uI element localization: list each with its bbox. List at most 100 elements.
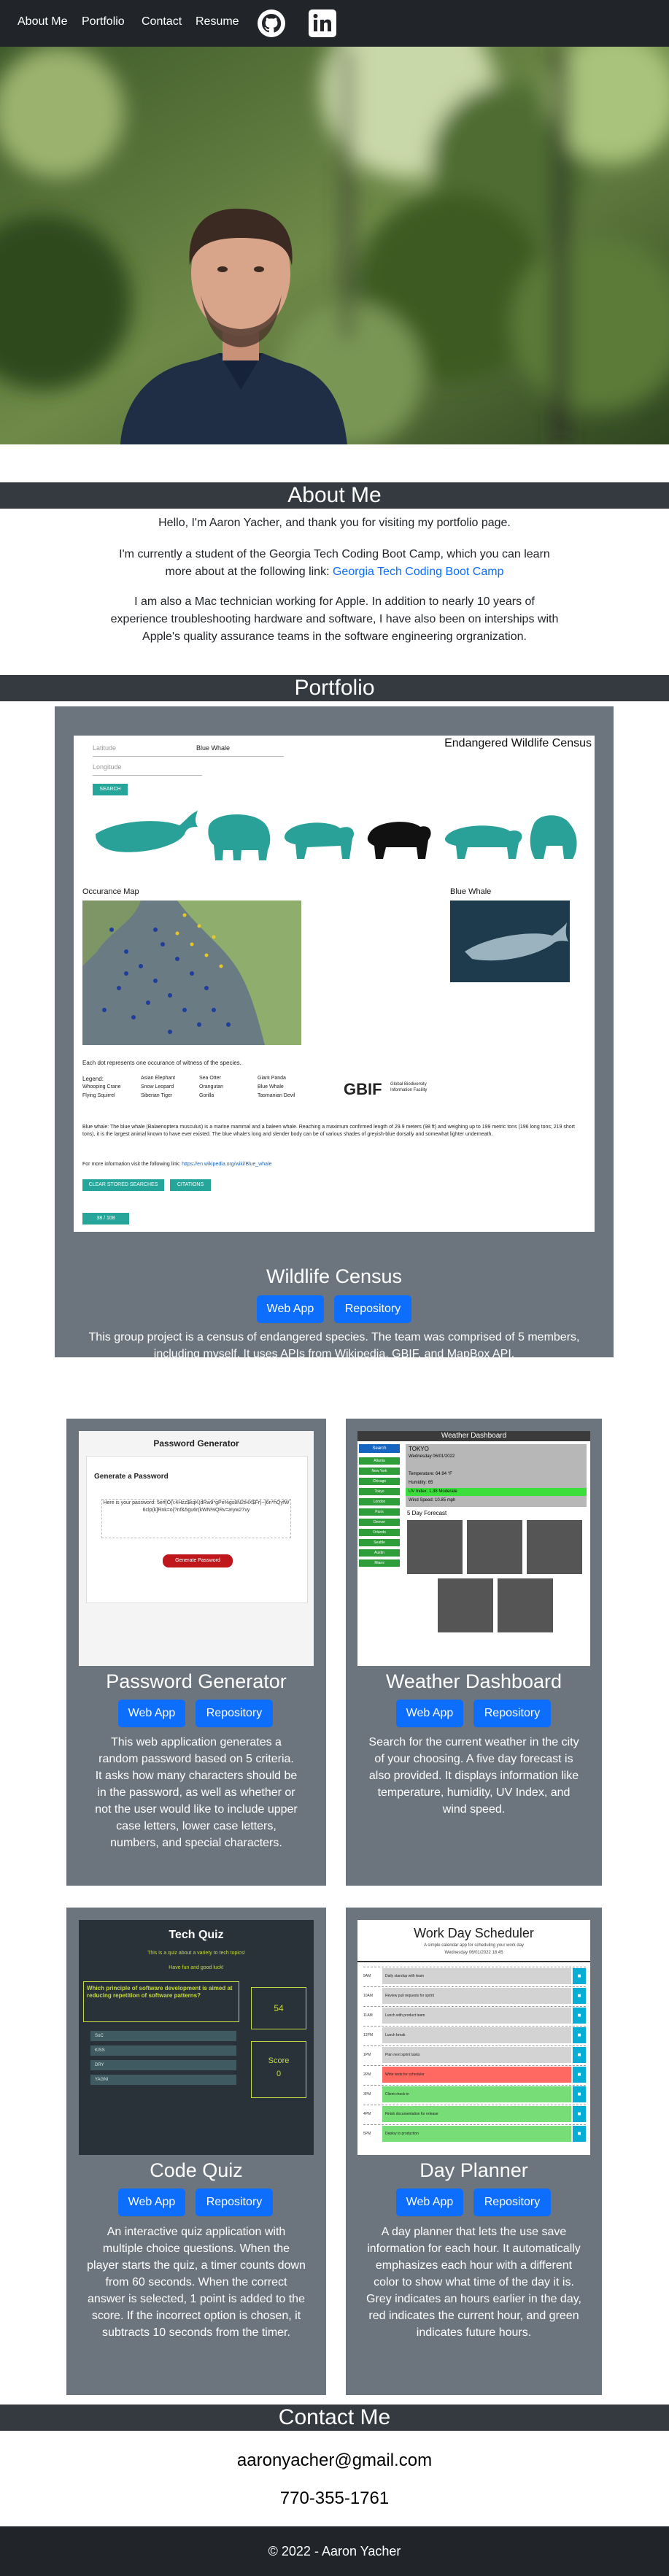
wd-row: Temperature: 64.94 °F [409,1472,452,1476]
web-app-button[interactable]: Web App [257,1295,324,1323]
wd-forecast-card [467,1520,522,1574]
wd-city-button: Orlando [359,1529,400,1536]
dp-hour-label: 5PM [363,2132,371,2136]
wildlife-census-screenshot: Latitude Longitude Blue Whale SEARCH End… [74,736,595,1232]
clear-searches-button: CLEAR STORED SEARCHES [82,1179,164,1191]
project-card-code-quiz: Tech Quiz This is a quiz about a variety… [66,1908,326,2395]
dp-hour-label: 10AM [363,1994,374,1998]
project-card-wildlife-census: Latitude Longitude Blue Whale SEARCH End… [55,706,614,1360]
weather-dashboard-screenshot: Weather Dashboard Search Atlanta New Yor… [357,1431,590,1666]
dp-hour-row: 10AM Review pull requests for sprint ■ [363,1986,586,2005]
wd-city-button: Seattle [359,1539,400,1546]
hero-photo [0,47,669,444]
nav-link-resume[interactable]: Resume [196,15,239,29]
wikipedia-link: https://en.wikipedia.org/wiki/Blue_whale [182,1162,272,1167]
about-bootcamp: I'm currently a student of the Georgia T… [109,546,560,581]
dp-save-icon: ■ [573,2126,586,2142]
wd-forecast-card [407,1520,463,1574]
project-description: This web application generates a random … [95,1736,298,1849]
dp-save-icon: ■ [573,2067,586,2083]
dp-hour-row: 9AM Daily standup with team ■ [363,1967,586,1985]
pg-title: Password Generator [153,1438,239,1449]
repository-button[interactable]: Repository [334,1295,411,1323]
dp-hour-row: 3PM Client check-in ■ [363,2085,586,2103]
wd-forecast-card [438,1578,493,1632]
contact-heading: Contact Me [0,2405,669,2431]
map-heading: Occurance Map [82,887,139,896]
web-app-button[interactable]: Web App [118,2189,185,2216]
more-info-label: For more information visit the following… [82,1162,181,1167]
dp-hour-label: 11AM [363,2013,373,2018]
about-heading: About Me [0,482,669,509]
wd-row: Wind Speed: 10.85 mph [409,1498,456,1503]
cq-option: SoC [90,2031,236,2041]
legend-title: Legend: [82,1076,104,1082]
dp-divider [357,1961,590,1962]
code-quiz-screenshot: Tech Quiz This is a quiz about a variety… [79,1920,314,2155]
cq-timer: 54 [251,1987,306,2029]
legend-item: Flying Squirrel [82,1093,115,1098]
legend-item: Snow Leopard [141,1084,174,1090]
dp-save-icon: ■ [573,1988,586,2004]
portfolio-heading: Portfolio [0,675,669,701]
contact-email[interactable]: aaronyacher@gmail.com [0,2450,669,2471]
footer-copyright: © 2022 - Aaron Yacher [268,2544,401,2558]
repository-button[interactable]: Repository [473,1700,551,1727]
wd-city-button: London [359,1498,400,1505]
dp-hour-label: 4PM [363,2112,371,2116]
wd-city-button: Atlanta [359,1457,400,1465]
wd-city-button: Denver [359,1519,400,1526]
dp-hour-row: 2PM Write tests for scheduler ■ [363,2065,586,2083]
repository-button[interactable]: Repository [473,2189,551,2216]
more-info-text: For more information visit the following… [82,1162,272,1167]
pg-subtitle: Generate a Password [94,1473,169,1481]
wd-city: TOKYO [409,1446,429,1452]
cq-score-box: Score 0 [251,2041,306,2098]
linkedin-icon[interactable] [308,9,337,38]
legend-item: Gorilla [199,1093,214,1098]
web-app-button[interactable]: Web App [118,1700,185,1727]
project-card-day-planner: Work Day Scheduler A simple calendar app… [346,1908,602,2395]
repository-button[interactable]: Repository [196,2189,273,2216]
project-title: Day Planner [419,2159,528,2181]
dp-hour-entry: Deploy to production [382,2126,571,2142]
github-icon[interactable] [257,9,286,38]
day-planner-screenshot: Work Day Scheduler A simple calendar app… [357,1920,590,2155]
wd-title: Weather Dashboard [357,1431,590,1441]
dp-hour-label: 2PM [363,2072,371,2077]
project-description: An interactive quiz application with mul… [87,2226,306,2339]
gbif-logo: GBIF [344,1080,382,1098]
web-app-button[interactable]: Web App [396,2189,463,2216]
dp-hour-row: 4PM Finish documentation for release ■ [363,2105,586,2123]
nav-link-contact[interactable]: Contact [142,15,182,29]
dp-hour-entry: Review pull requests for sprint [382,1988,571,2004]
cq-option: DRY [90,2060,236,2070]
dp-hour-row: 12PM Lunch break ■ [363,2026,586,2044]
wd-uv-row: UV Index: 1.38 Moderate [406,1488,587,1496]
about-intro: Hello, I'm Aaron Yacher, and thank you f… [158,517,511,529]
dp-hour-entry: Lunch break [382,2027,571,2043]
elephant-icon [208,814,271,860]
wd-forecast-card [527,1520,582,1574]
legend-item: Sea Otter [199,1076,221,1081]
species-heading: Blue Whale [450,887,492,896]
nav-link-portfolio[interactable]: Portfolio [82,15,125,29]
repository-button[interactable]: Repository [196,1700,273,1727]
whale-icon [96,811,198,852]
legend-item: Giant Panda [258,1076,286,1081]
project-title: Password Generator [106,1670,287,1692]
dp-date: Wednesday 06/01/2022 18:45 [444,1951,503,1955]
leopard-icon [444,825,522,859]
bootcamp-link[interactable]: Georgia Tech Coding Boot Camp [333,566,504,578]
web-app-button[interactable]: Web App [396,1700,463,1727]
dp-hour-list: 9AM Daily standup with team ■ 10AM Review pu… [363,1967,586,2151]
project-title: Code Quiz [150,2159,243,2181]
wd-forecast-label: 5 Day Forecast [407,1510,447,1516]
legend-item: Orangutan [199,1084,224,1090]
gorilla-icon [530,815,577,859]
contact-phone[interactable]: 770-355-1761 [0,2488,669,2509]
nav-link-about[interactable]: About Me [18,15,67,29]
occurrence-map [82,901,301,1045]
legend-item: Asian Elephant [141,1076,176,1081]
legend-item: Tasmanian Devil [258,1093,295,1098]
